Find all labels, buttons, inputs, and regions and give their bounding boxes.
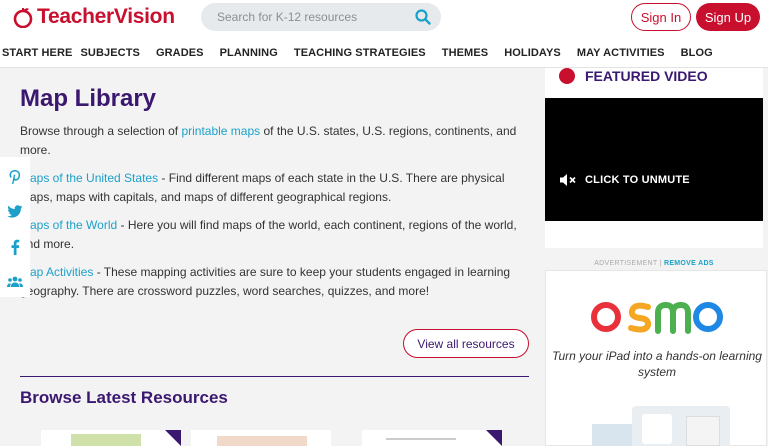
activities-paragraph: Map Activities - These mapping activitie… (20, 263, 525, 301)
logo-apple-icon (13, 8, 33, 28)
section-divider (20, 376, 529, 377)
twitter-icon[interactable] (6, 203, 24, 221)
product-tablet (592, 424, 632, 446)
activities-text: - These mapping activities are sure to k… (20, 265, 511, 298)
card-ribbon (165, 430, 181, 446)
unmute-button[interactable]: CLICK TO UNMUTE (559, 173, 690, 187)
card-thumbnail (71, 434, 141, 446)
remove-ads-link[interactable]: REMOVE ADS (664, 260, 714, 267)
card-thumbnail (386, 438, 456, 440)
map-activities-link[interactable]: Map Activities (20, 265, 93, 279)
nav-teaching-strategies[interactable]: TEACHING STRATEGIES (294, 47, 426, 59)
nav-blog[interactable]: BLOG (681, 47, 713, 59)
nav-holidays[interactable]: HOLIDAYS (504, 47, 561, 59)
page-title: Map Library (20, 85, 157, 112)
printable-maps-link[interactable]: printable maps (181, 124, 260, 138)
resource-card[interactable] (41, 430, 181, 446)
product-box-side (686, 416, 720, 446)
video-footer (545, 221, 763, 248)
osmo-logo (591, 301, 723, 334)
us-maps-link[interactable]: Maps of the United States (20, 171, 158, 185)
world-maps-paragraph: Maps of the World - Here you will find m… (20, 216, 525, 254)
sign-in-button[interactable]: Sign In (631, 3, 691, 31)
search-bar (201, 3, 441, 31)
main-nav: START HERE SUBJECTS GRADES PLANNING TEAC… (0, 38, 768, 68)
nav-start-here[interactable]: START HERE (2, 47, 72, 59)
pinterest-icon[interactable] (6, 168, 24, 186)
card-thumbnail (217, 436, 307, 446)
nav-subjects[interactable]: SUBJECTS (80, 47, 139, 59)
resource-card[interactable] (362, 430, 502, 446)
ad-copy: Turn your iPad into a hands-on learning … (552, 349, 762, 379)
people-icon[interactable] (6, 273, 24, 291)
logo[interactable]: TeacherVision (12, 4, 175, 30)
sidebar: FEATURED VIDEO CLICK TO UNMUTE ADVERTISE… (545, 68, 768, 446)
us-maps-paragraph: Maps of the United States - Find differe… (20, 169, 525, 207)
search-input[interactable] (217, 9, 407, 25)
nav-themes[interactable]: THEMES (442, 47, 488, 59)
intro-text-before: Browse through a selection of (20, 124, 182, 138)
video-player[interactable]: CLICK TO UNMUTE (545, 98, 763, 221)
search-icon[interactable] (415, 9, 431, 25)
world-maps-link[interactable]: Maps of the World (20, 218, 117, 232)
osmo-ad[interactable]: Turn your iPad into a hands-on learning … (545, 270, 767, 446)
featured-video-header: FEATURED VIDEO (545, 68, 763, 98)
play-badge-icon (559, 68, 575, 84)
logo-text: TeacherVision (37, 5, 175, 28)
product-image (592, 406, 730, 446)
advertisement-label: ADVERTISEMENT | REMOVE ADS (594, 260, 714, 267)
facebook-icon[interactable] (6, 238, 24, 256)
featured-video-title: FEATURED VIDEO (585, 68, 708, 84)
site-header: TeacherVision Sign In Sign Up (0, 0, 768, 38)
card-ribbon (486, 430, 502, 446)
intro-paragraph: Browse through a selection of printable … (20, 122, 525, 160)
mute-icon (560, 174, 576, 186)
main-content: Map Library Browse through a selection o… (0, 68, 545, 446)
unmute-label: CLICK TO UNMUTE (585, 174, 690, 186)
ad-label-text: ADVERTISEMENT (594, 260, 658, 267)
share-rail (0, 157, 30, 297)
resource-card[interactable] (191, 430, 331, 446)
latest-resources-heading: Browse Latest Resources (20, 388, 228, 407)
sign-up-button[interactable]: Sign Up (696, 3, 760, 31)
view-all-resources-button[interactable]: View all resources (403, 329, 529, 358)
nav-grades[interactable]: GRADES (156, 47, 204, 59)
nav-planning[interactable]: PLANNING (220, 47, 278, 59)
product-box (642, 414, 672, 444)
nav-may-activities[interactable]: MAY ACTIVITIES (577, 47, 665, 59)
